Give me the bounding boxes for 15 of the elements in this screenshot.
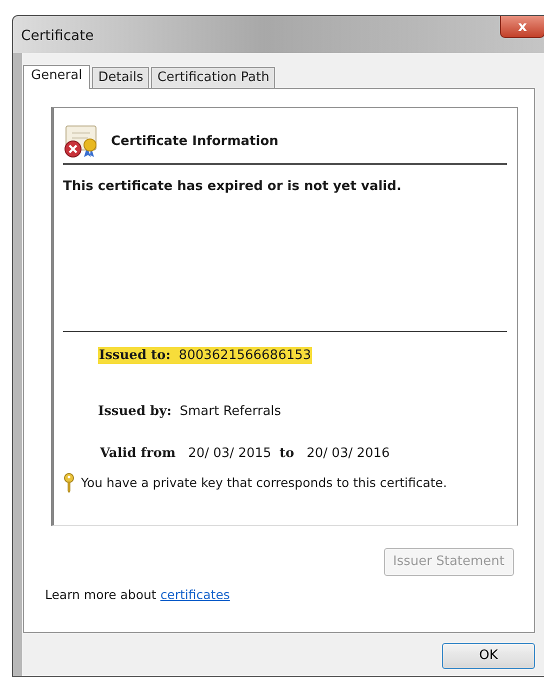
field-text: Issued to: 8003621566686153 (98, 346, 312, 364)
private-key-note: You have a private key that corresponds to this certificate. (81, 474, 447, 492)
ok-button[interactable]: OK (442, 643, 535, 669)
window-title: Certificate (20, 27, 94, 46)
section-heading: Certificate Information (111, 132, 278, 150)
key-icon (63, 473, 75, 493)
tab[interactable]: Certification Path (151, 67, 276, 88)
close-button[interactable]: x (500, 16, 544, 38)
status-message: This certificate has expired or is not yet valid. (63, 178, 402, 196)
learn-more-text: Learn more about certificates (45, 586, 231, 604)
certificates-link[interactable]: certificates (160, 586, 230, 602)
tab[interactable]: General (23, 65, 90, 89)
validity-text: Valid from 20/ 03/ 2015 to 20/ 03/ 2016 (100, 444, 391, 462)
tab[interactable]: Details (92, 67, 150, 88)
field-text: Issued by: Smart Referrals (98, 404, 282, 418)
